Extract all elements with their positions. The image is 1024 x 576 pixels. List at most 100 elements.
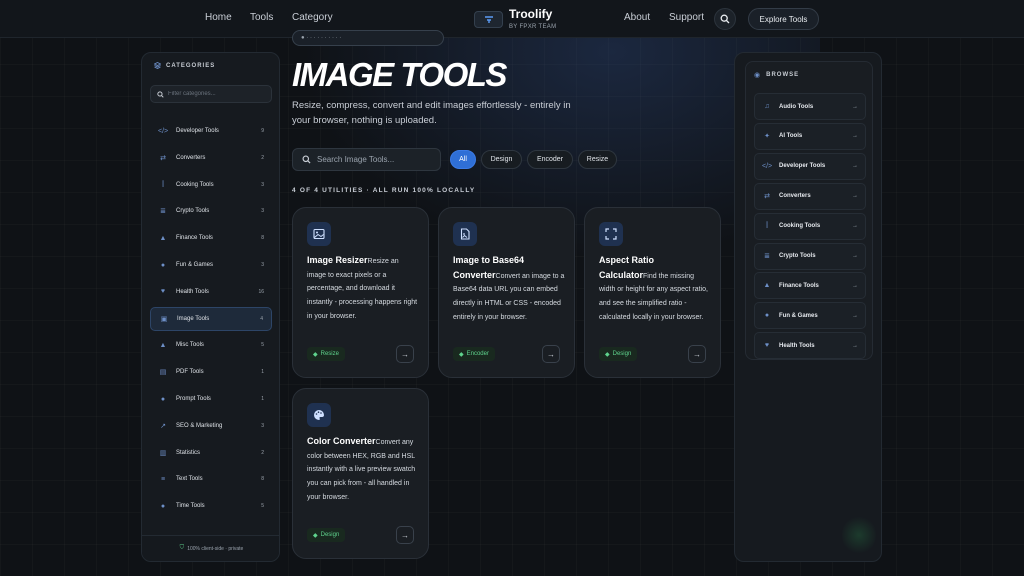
sidebar-item-label: Prompt Tools bbox=[176, 396, 211, 402]
sidebar-item-pdf-tools[interactable]: ▤ PDF Tools 1 bbox=[150, 360, 272, 384]
browse-item-converters[interactable]: ⇄ Converters → bbox=[754, 182, 866, 210]
sidebar-item-prompt-tools[interactable]: ● Prompt Tools 1 bbox=[150, 387, 272, 411]
sidebar-item-label: Converters bbox=[176, 154, 206, 161]
card-open-button[interactable]: → bbox=[396, 345, 414, 363]
browse-item-icon: ● bbox=[764, 312, 770, 320]
tool-search-input[interactable] bbox=[317, 155, 427, 164]
sidebar-item-label: Finance Tools bbox=[176, 235, 213, 242]
filter-design-chip[interactable]: Design bbox=[481, 150, 522, 169]
brand-name[interactable]: Troolify bbox=[509, 7, 552, 21]
sidebar-item-count: 8 bbox=[261, 476, 264, 483]
filter-categories-field[interactable] bbox=[150, 85, 272, 103]
tool-card-image-to-base64-converter[interactable]: Image to Base64 ConverterConvert an imag… bbox=[438, 207, 575, 378]
tool-search-field[interactable] bbox=[292, 148, 441, 171]
browse-item-finance-tools[interactable]: ▲ Finance Tools → bbox=[754, 272, 866, 300]
stats-icon: ▥ bbox=[159, 449, 167, 457]
clock-icon: ● bbox=[160, 502, 166, 510]
sidebar-item-count: 1 bbox=[261, 369, 264, 376]
card-title: Color Converter bbox=[307, 436, 376, 446]
nav-about[interactable]: About bbox=[624, 12, 650, 23]
browse-item-health-tools[interactable]: ♥ Health Tools → bbox=[754, 332, 866, 360]
sidebar-item-developer-tools[interactable]: </> Developer Tools 9 bbox=[150, 119, 272, 143]
browse-box: ◉ BROWSE ♫ Audio Tools → ✦ AI Tools → </> Devel… bbox=[745, 61, 873, 360]
sidebar-item-count: 9 bbox=[261, 128, 264, 134]
heart-icon: ♥ bbox=[160, 288, 166, 296]
browse-item-label: Finance Tools bbox=[779, 282, 819, 289]
privacy-footer-label: 100% client-side · private bbox=[187, 545, 244, 552]
card-text: Aspect Ratio CalculatorFind the missing … bbox=[599, 254, 711, 325]
chat-widget-glow[interactable] bbox=[842, 515, 876, 555]
nav-tools[interactable]: Tools bbox=[250, 12, 273, 23]
nav-home[interactable]: Home bbox=[205, 12, 232, 23]
sidebar-item-time-tools[interactable]: ● Time Tools 5 bbox=[150, 494, 272, 518]
explore-tools-button[interactable]: Explore Tools bbox=[748, 8, 819, 30]
brand-logo[interactable] bbox=[474, 11, 503, 28]
card-open-button[interactable]: → bbox=[396, 526, 414, 544]
sidebar-item-count: 1 bbox=[261, 396, 264, 402]
top-badge-dot: ● · · · · · · · · · · bbox=[301, 35, 342, 41]
browse-item-audio-tools[interactable]: ♫ Audio Tools → bbox=[754, 93, 866, 120]
browse-item-icon: ♫ bbox=[764, 103, 770, 110]
card-text: Color ConverterConvert any color between… bbox=[307, 435, 419, 505]
filter-search-icon bbox=[157, 90, 164, 98]
card-open-button[interactable]: → bbox=[542, 345, 560, 363]
categories-sidebar: CATEGORIES </> Developer Tools 9 ⇄ Converter… bbox=[141, 52, 280, 562]
filter-encoder-chip[interactable]: Encoder bbox=[527, 150, 573, 169]
sidebar-item-label: Cooking Tools bbox=[176, 181, 214, 188]
sidebar-item-fun-games[interactable]: ● Fun & Games 3 bbox=[150, 253, 272, 277]
categories-heading-label: CATEGORIES bbox=[166, 62, 216, 69]
sidebar-item-misc-tools[interactable]: ▲ Misc Tools 5 bbox=[150, 333, 272, 357]
code-icon: </> bbox=[158, 127, 169, 135]
arrow-right-icon: → bbox=[852, 253, 858, 259]
arrow-right-icon: → bbox=[852, 103, 858, 110]
card-tag-label: Resize bbox=[320, 351, 339, 357]
browse-item-icon: ≣ bbox=[764, 253, 770, 260]
sidebar-item-health-tools[interactable]: ♥ Health Tools 16 bbox=[150, 280, 272, 304]
finance-icon: ▲ bbox=[159, 234, 167, 242]
sidebar-item-label: Misc Tools bbox=[176, 342, 204, 349]
nav-support[interactable]: Support bbox=[669, 12, 704, 23]
sidebar-item-finance-tools[interactable]: ▲ Finance Tools 8 bbox=[150, 226, 272, 250]
arrow-right-icon: → bbox=[852, 193, 858, 200]
card-open-button[interactable]: → bbox=[688, 345, 706, 363]
sidebar-item-converters[interactable]: ⇄ Converters 2 bbox=[150, 146, 272, 170]
browse-item-ai-tools[interactable]: ✦ AI Tools → bbox=[754, 122, 866, 150]
tool-search-icon bbox=[302, 155, 311, 164]
sidebar-item-label: Image Tools bbox=[177, 315, 210, 322]
browse-item-fun-games[interactable]: ● Fun & Games → bbox=[754, 302, 866, 330]
sidebar-item-image-tools[interactable]: ▣ Image Tools 4 bbox=[150, 306, 272, 331]
browse-item-crypto-tools[interactable]: ≣ Crypto Tools → bbox=[754, 242, 866, 270]
sidebar-item-crypto-tools[interactable]: ≣ Crypto Tools 3 bbox=[150, 199, 272, 223]
coins-icon: ≣ bbox=[160, 208, 166, 216]
nav-category[interactable]: Category bbox=[292, 12, 333, 23]
sidebar-item-seo-marketing[interactable]: ↗ SEO & Marketing 3 bbox=[150, 414, 272, 438]
arrow-right-icon: → bbox=[852, 282, 858, 289]
tool-card-color-converter[interactable]: Color ConverterConvert any color between… bbox=[292, 388, 429, 559]
page-subtitle: Resize, compress, convert and edit image… bbox=[292, 100, 571, 126]
convert-icon: ⇄ bbox=[160, 154, 166, 162]
filter-all-chip[interactable]: All bbox=[450, 150, 476, 169]
filter-resize-chip[interactable]: Resize bbox=[578, 150, 617, 169]
expand-icon bbox=[599, 222, 623, 246]
tool-card-image-resizer[interactable]: Image ResizerResize an image to exact pi… bbox=[292, 207, 429, 378]
browse-item-cooking-tools[interactable]: ꟾ Cooking Tools → bbox=[754, 212, 866, 240]
filter-categories-input[interactable] bbox=[168, 91, 268, 97]
browse-item-developer-tools[interactable]: </> Developer Tools → bbox=[754, 152, 866, 180]
card-tag: ◆ Design bbox=[307, 528, 346, 542]
compass-icon: ◉ bbox=[754, 72, 762, 79]
sidebar-item-statistics[interactable]: ▥ Statistics 2 bbox=[150, 441, 272, 465]
browse-item-label: AI Tools bbox=[779, 133, 803, 140]
arrow-right-icon: → bbox=[852, 342, 858, 349]
search-button[interactable] bbox=[714, 8, 736, 30]
arrow-right-icon: → bbox=[852, 133, 858, 140]
card-icon-graphic bbox=[460, 228, 470, 240]
tag-icon: ◆ bbox=[605, 351, 610, 358]
sidebar-item-text-tools[interactable]: ≡ Text Tools 8 bbox=[150, 467, 272, 491]
card-icon-graphic bbox=[605, 228, 617, 240]
image-icon bbox=[307, 222, 331, 246]
sidebar-item-cooking-tools[interactable]: ꟾ Cooking Tools 3 bbox=[150, 173, 272, 197]
sidebar-item-count: 2 bbox=[261, 154, 264, 161]
tag-icon: ◆ bbox=[313, 532, 318, 539]
arrow-right-icon: → bbox=[852, 223, 858, 230]
tool-card-aspect-ratio-calculator[interactable]: Aspect Ratio CalculatorFind the missing … bbox=[584, 207, 721, 378]
